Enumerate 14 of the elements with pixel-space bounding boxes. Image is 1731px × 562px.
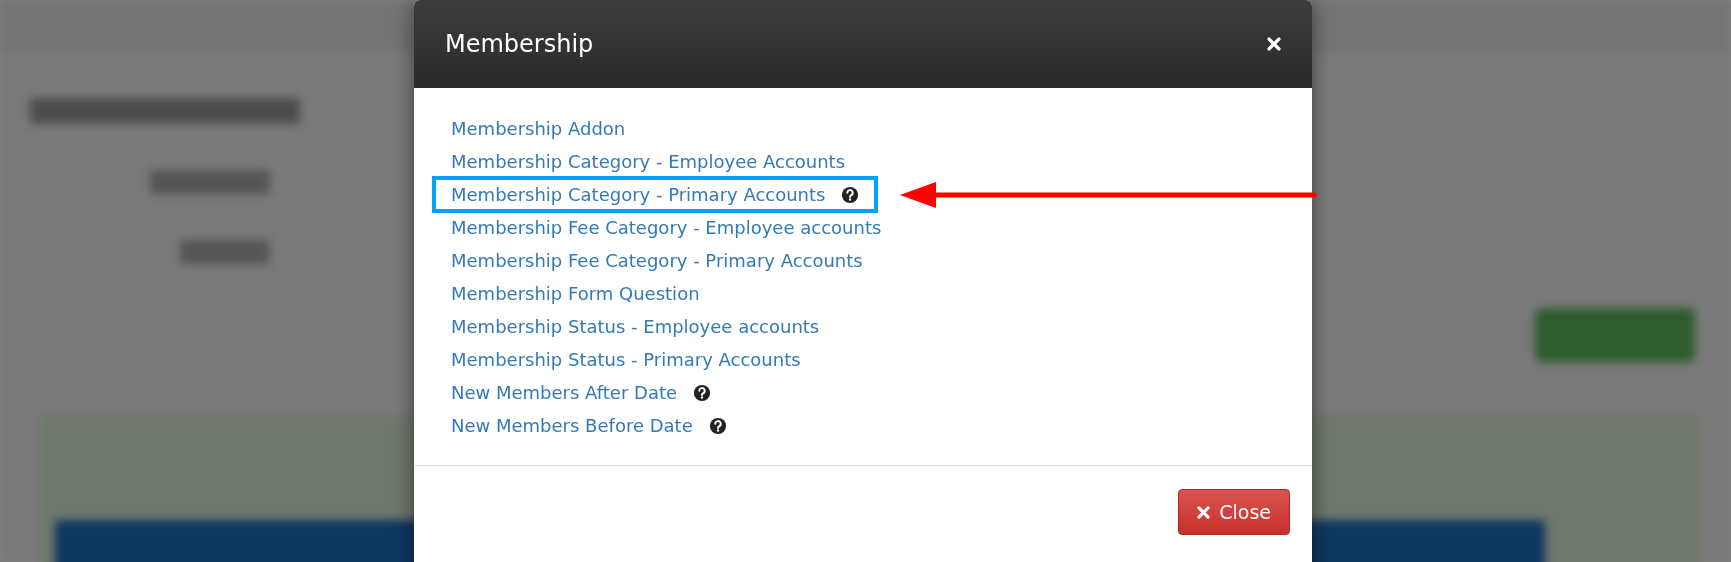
- list-link[interactable]: Membership Category - Employee Accounts: [436, 151, 861, 172]
- list-link[interactable]: Membership Category - Primary Accounts: [436, 180, 875, 209]
- list-link[interactable]: Membership Status - Primary Accounts: [436, 349, 816, 370]
- list-link[interactable]: Membership Fee Category - Employee accounts: [436, 217, 897, 238]
- list-link[interactable]: New Members After Date: [436, 382, 727, 403]
- list-link[interactable]: Membership Status - Employee accounts: [436, 316, 835, 337]
- close-icon: [1267, 37, 1281, 51]
- list-link[interactable]: Membership Form Question: [436, 283, 715, 304]
- close-icon: [1197, 505, 1211, 519]
- list-link[interactable]: Membership Addon: [436, 118, 641, 139]
- list-link[interactable]: Membership Fee Category - Primary Accounts: [436, 250, 878, 271]
- list-link[interactable]: New Members Before Date: [436, 415, 742, 436]
- close-button[interactable]: Close: [1178, 489, 1290, 535]
- dialog-title: Membership: [445, 30, 594, 58]
